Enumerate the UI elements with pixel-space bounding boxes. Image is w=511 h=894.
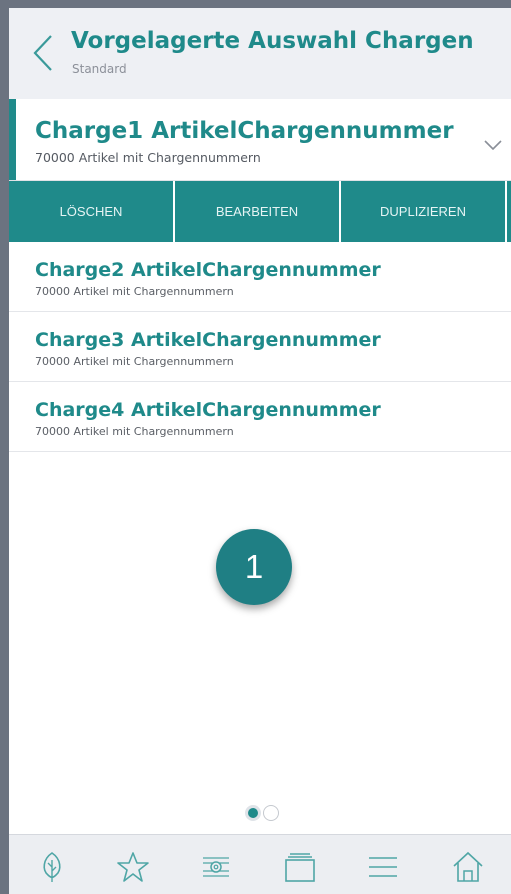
list-item-subtitle: 70000 Artikel mit Chargennummern [35, 425, 234, 438]
delete-button[interactable]: LÖSCHEN [9, 181, 175, 242]
list-item[interactable]: Charge3 ArtikelChargennummer 70000 Artik… [9, 312, 511, 382]
page-title: Vorgelagerte Auswahl Chargen [71, 28, 474, 54]
list-item-title: Charge4 ArtikelChargennummer [35, 399, 381, 421]
page-dot-active[interactable] [245, 805, 261, 821]
page-indicator[interactable] [245, 805, 279, 821]
selection-indicator [9, 99, 16, 180]
duplicate-button[interactable]: DUPLIZIEREN [341, 181, 507, 242]
settings-panel-icon[interactable] [199, 850, 233, 884]
list-item-subtitle: 70000 Artikel mit Chargennummern [35, 355, 234, 368]
navigation-header: Vorgelagerte Auswahl Chargen Standard [9, 8, 511, 100]
list-item-subtitle: 70000 Artikel mit Chargennummern [35, 285, 234, 298]
list-item-title: Charge3 ArtikelChargennummer [35, 329, 381, 351]
callout-number-badge: 1 [216, 529, 292, 605]
chevron-left-icon[interactable] [29, 33, 57, 73]
app-screen: Vorgelagerte Auswahl Chargen Standard Ch… [9, 8, 511, 894]
chevron-down-icon[interactable] [484, 140, 502, 150]
home-icon[interactable] [451, 850, 485, 884]
page-dot-inactive[interactable] [263, 805, 279, 821]
list-item-title: Charge2 ArtikelChargennummer [35, 259, 381, 281]
selected-batch-title: Charge1 ArtikelChargennummer [35, 118, 454, 144]
selected-batch-subtitle: 70000 Artikel mit Chargennummern [35, 150, 261, 165]
star-icon[interactable] [116, 850, 150, 884]
list-item[interactable]: Charge2 ArtikelChargennummer 70000 Artik… [9, 242, 511, 312]
bottom-tab-bar [9, 834, 511, 894]
menu-icon[interactable] [366, 850, 400, 884]
cards-icon[interactable] [283, 850, 317, 884]
edit-button[interactable]: BEARBEITEN [175, 181, 341, 242]
leaf-icon[interactable] [35, 850, 69, 884]
list-item[interactable]: Charge4 ArtikelChargennummer 70000 Artik… [9, 382, 511, 452]
selected-batch-item[interactable]: Charge1 ArtikelChargennummer 70000 Artik… [9, 99, 511, 181]
action-bar: LÖSCHEN BEARBEITEN DUPLIZIEREN [9, 181, 511, 242]
page-subtitle: Standard [72, 62, 127, 76]
